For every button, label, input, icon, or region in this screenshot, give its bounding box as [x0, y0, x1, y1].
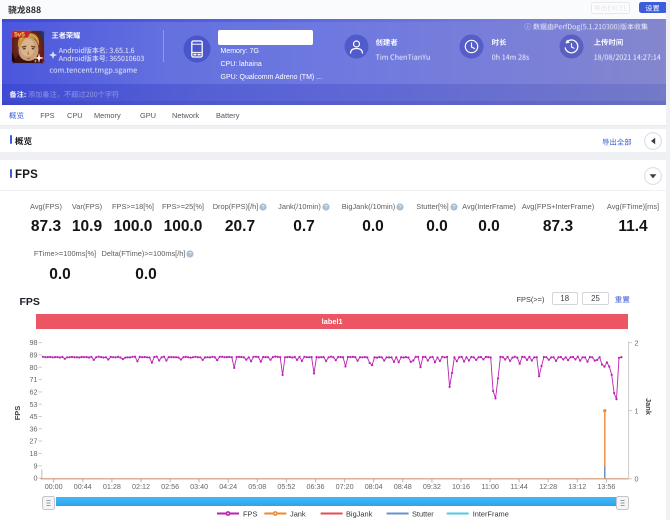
svg-text:07:20: 07:20: [336, 482, 354, 491]
svg-text:45: 45: [30, 412, 38, 421]
svg-text:2: 2: [635, 338, 639, 347]
svg-text:Jank: Jank: [290, 509, 306, 518]
svg-text:5v5: 5v5: [14, 32, 25, 39]
svg-text:04:24: 04:24: [219, 482, 237, 491]
svg-text:00:44: 00:44: [74, 482, 92, 491]
svg-text:Stutter: Stutter: [412, 509, 434, 518]
svg-text:05:08: 05:08: [248, 482, 266, 491]
svg-text:09:32: 09:32: [423, 482, 441, 491]
svg-text:InterFrame: InterFrame: [473, 509, 509, 518]
svg-text:10:16: 10:16: [452, 482, 470, 491]
svg-text:0: 0: [635, 474, 639, 483]
svg-text:BigJank: BigJank: [346, 509, 373, 518]
svg-text:62: 62: [30, 388, 38, 397]
svg-text:0: 0: [34, 474, 38, 483]
svg-text:71: 71: [30, 375, 38, 384]
svg-text:08:48: 08:48: [394, 482, 412, 491]
svg-text:13:12: 13:12: [568, 482, 586, 491]
svg-text:FPS: FPS: [13, 406, 22, 421]
svg-text:03:40: 03:40: [190, 482, 208, 491]
svg-text:FPS: FPS: [243, 509, 257, 518]
svg-text:06:36: 06:36: [307, 482, 325, 491]
svg-text:02:12: 02:12: [132, 482, 150, 491]
svg-text:53: 53: [30, 400, 38, 409]
svg-text:36: 36: [30, 424, 38, 433]
svg-text:89: 89: [30, 351, 38, 360]
svg-text:12:28: 12:28: [539, 482, 557, 491]
svg-text:11:44: 11:44: [510, 482, 527, 491]
svg-text:11:00: 11:00: [481, 482, 498, 491]
svg-text:13:56: 13:56: [597, 482, 615, 491]
svg-text:9: 9: [34, 461, 38, 470]
svg-text:1: 1: [635, 406, 639, 415]
svg-text:00:00: 00:00: [45, 482, 63, 491]
svg-text:08:04: 08:04: [365, 482, 383, 491]
svg-text:02:56: 02:56: [161, 482, 179, 491]
svg-text:27: 27: [30, 437, 38, 446]
svg-text:18: 18: [30, 449, 38, 458]
svg-text:01:28: 01:28: [103, 482, 121, 491]
svg-text:Jank: Jank: [644, 398, 653, 416]
svg-text:98: 98: [30, 338, 38, 347]
svg-text:05:52: 05:52: [277, 482, 295, 491]
svg-text:80: 80: [30, 363, 38, 372]
